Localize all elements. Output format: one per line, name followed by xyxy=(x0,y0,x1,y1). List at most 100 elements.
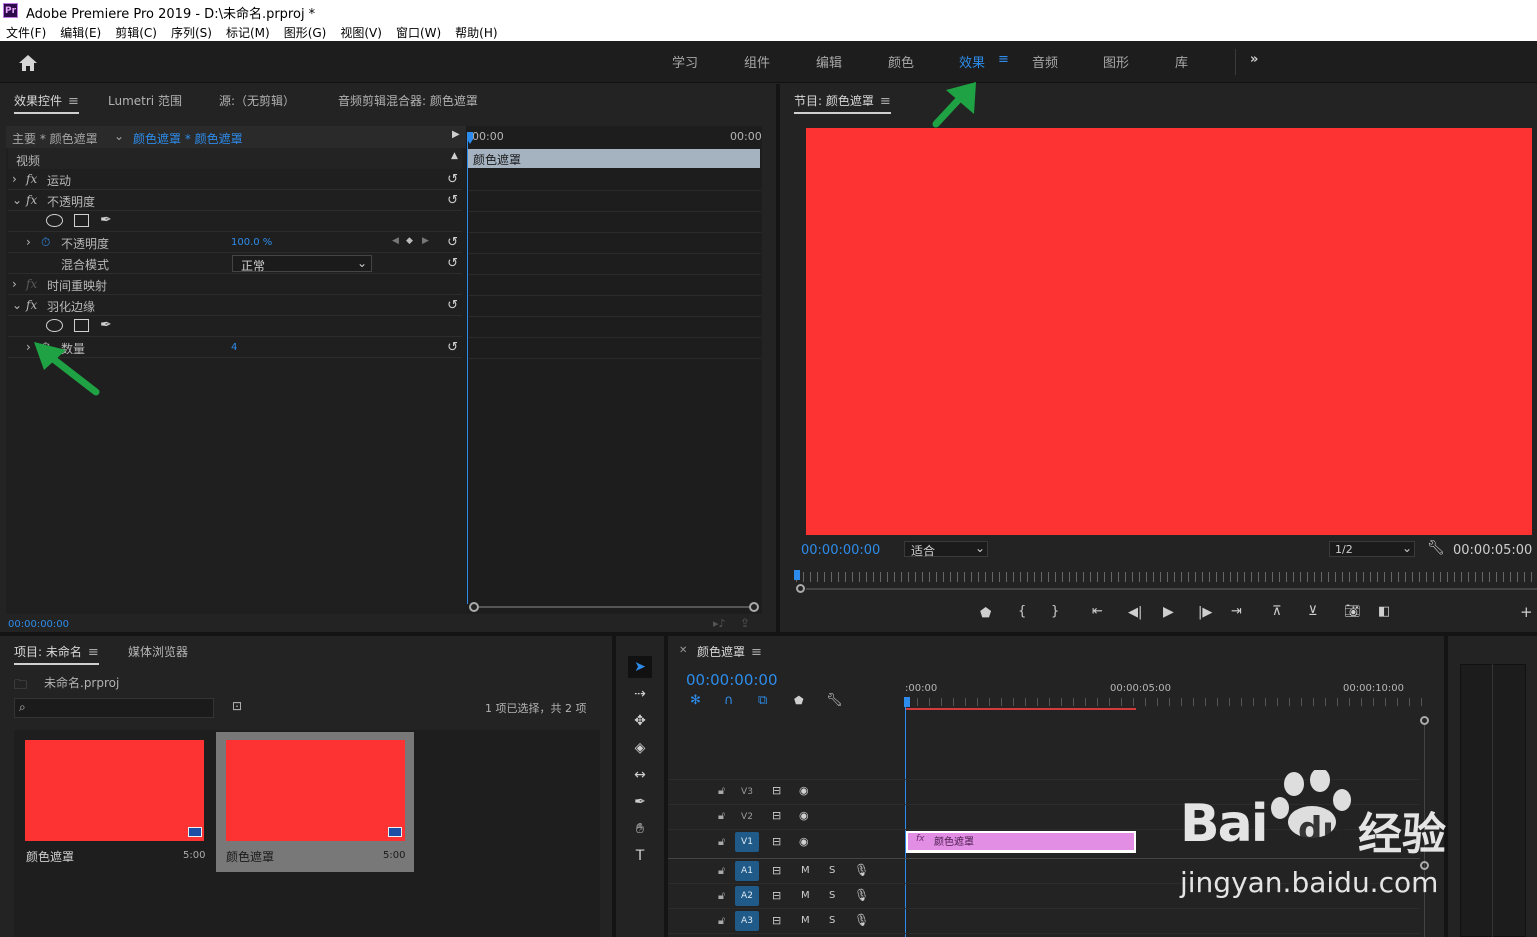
tab-sequence[interactable]: 颜色遮罩 ≡ xyxy=(697,643,762,663)
tab-media-browser[interactable]: 媒体浏览器 xyxy=(128,643,188,660)
work-area-bar[interactable] xyxy=(905,708,1136,710)
eye-icon[interactable]: ◉ xyxy=(799,809,809,822)
mark-out-icon[interactable]: } xyxy=(1051,604,1059,619)
project-item[interactable]: 颜色遮罩 5:00 xyxy=(16,732,212,872)
amount-value[interactable]: 4 xyxy=(231,342,237,353)
tab-project[interactable]: 项目: 未命名 ≡ xyxy=(14,643,99,665)
lock-icon[interactable]: 🔓︎ xyxy=(718,784,725,798)
workspace-color[interactable]: 颜色 xyxy=(888,52,914,71)
hand-tool-icon[interactable]: ✋︎ xyxy=(628,818,652,840)
pen-mask-icon[interactable]: ✒ xyxy=(100,212,112,228)
track-a2[interactable]: A2 xyxy=(735,886,759,906)
track-a1[interactable]: A1 xyxy=(735,861,759,881)
play-icon[interactable]: ▶ xyxy=(1163,604,1174,620)
program-timecode[interactable]: 00:00:00:00 xyxy=(801,543,880,558)
program-video-frame[interactable] xyxy=(806,128,1532,535)
solo-button[interactable]: S xyxy=(829,865,835,876)
solo-button[interactable]: S xyxy=(829,890,835,901)
kf-clip-bar[interactable]: 颜色遮罩 xyxy=(468,149,760,168)
workspace-assembly[interactable]: 组件 xyxy=(744,52,770,71)
sync-lock-icon[interactable]: ⊟ xyxy=(772,835,781,848)
clip-label[interactable]: 颜色遮罩 * 颜色遮罩 xyxy=(133,130,243,147)
microphone-icon[interactable]: 🎙︎ xyxy=(854,863,869,877)
ellipse-mask-icon[interactable] xyxy=(46,319,63,332)
scroll-handle-top[interactable] xyxy=(1420,716,1429,725)
tab-program[interactable]: 节目: 颜色遮罩 ≡ xyxy=(794,92,891,114)
mute-button[interactable]: M xyxy=(801,865,810,876)
lift-icon[interactable]: ⊼ xyxy=(1272,604,1282,619)
workspace-learn[interactable]: 学习 xyxy=(672,52,698,71)
ellipse-mask-icon[interactable] xyxy=(46,214,63,227)
eye-icon[interactable]: ◉ xyxy=(799,835,809,848)
program-ruler[interactable] xyxy=(796,572,1537,582)
program-playhead[interactable] xyxy=(794,570,800,580)
lock-icon[interactable]: 🔓︎ xyxy=(718,889,725,903)
wrench-icon[interactable]: 🔧︎ xyxy=(1427,540,1445,556)
wrench-icon[interactable]: 🔧︎ xyxy=(826,693,843,708)
extract-icon[interactable]: ⊻ xyxy=(1308,604,1318,619)
close-icon[interactable]: ✕ xyxy=(679,645,687,656)
more-workspaces-icon[interactable]: » xyxy=(1250,52,1258,67)
add-marker-icon[interactable]: ⬟ xyxy=(980,606,991,621)
menu-clip[interactable]: 剪辑(C) xyxy=(115,22,163,41)
workspace-libraries[interactable]: 库 xyxy=(1175,52,1188,71)
lock-icon[interactable]: 🔓︎ xyxy=(718,864,725,878)
opacity-value[interactable]: 100.0 % xyxy=(231,237,272,248)
microphone-icon[interactable]: 🎙︎ xyxy=(854,913,869,927)
add-marker-icon[interactable]: ⬟ xyxy=(794,694,804,707)
rectangle-mask-icon[interactable] xyxy=(74,214,89,227)
sync-lock-icon[interactable]: ⊟ xyxy=(772,914,781,927)
menu-help[interactable]: 帮助(H) xyxy=(455,22,503,41)
go-to-in-icon[interactable]: ⇤ xyxy=(1092,604,1103,619)
linked-selection-icon[interactable]: ⧉ xyxy=(758,693,767,708)
comparison-view-icon[interactable]: ◧ xyxy=(1378,604,1390,619)
master-label[interactable]: 主要 * 颜色遮罩 xyxy=(12,130,98,147)
lock-icon[interactable]: 🔓︎ xyxy=(718,835,725,849)
project-item-selected[interactable]: 颜色遮罩 5:00 xyxy=(216,732,414,872)
tab-effect-controls[interactable]: 效果控件 ≡ xyxy=(14,92,79,114)
param-row-opacity[interactable]: › ⏱ 不透明度 100.0 % ◀ ◆ ▶ ↺ xyxy=(8,232,462,253)
ripple-edit-tool-icon[interactable]: ✥ xyxy=(628,710,652,732)
mark-in-icon[interactable]: { xyxy=(1018,604,1026,619)
fit-select[interactable]: 适合 ⌄ xyxy=(904,541,988,558)
effect-row-motion[interactable]: › fx 运动 ↺ xyxy=(8,169,462,190)
ec-timecode[interactable]: 00:00:00:00 xyxy=(8,619,69,630)
step-forward-icon[interactable]: |▶ xyxy=(1198,605,1212,620)
resolution-select[interactable]: 1/2 ⌄ xyxy=(1329,541,1415,557)
sync-lock-icon[interactable]: ⊟ xyxy=(772,889,781,902)
sync-lock-icon[interactable]: ⊟ xyxy=(772,864,781,877)
prev-keyframe-icon[interactable]: ◀ xyxy=(392,236,399,246)
chevron-down-icon[interactable]: ⌄ xyxy=(114,129,124,143)
export-icon[interactable]: ⇪ xyxy=(740,616,750,630)
timeline-clip[interactable]: fx 颜色遮罩 xyxy=(906,831,1136,853)
sync-lock-icon[interactable]: ⊟ xyxy=(772,784,781,797)
pen-tool-icon[interactable]: ✒ xyxy=(628,791,652,813)
type-tool-icon[interactable]: T xyxy=(628,845,652,867)
selection-tool-icon[interactable]: ➤ xyxy=(628,656,652,678)
lock-icon[interactable]: 🔓︎ xyxy=(718,914,725,928)
effect-row-time-remap[interactable]: › fx 时间重映射 xyxy=(8,274,462,295)
eye-icon[interactable]: ◉ xyxy=(799,784,809,797)
track-select-tool-icon[interactable]: ⇢ xyxy=(628,683,652,705)
track-v1[interactable]: V1 xyxy=(735,832,759,852)
blend-mode-select[interactable]: 正常 ⌄ xyxy=(232,255,372,273)
workspace-editing[interactable]: 编辑 xyxy=(816,52,842,71)
ec-zoom-scrollbar[interactable] xyxy=(473,606,755,608)
rectangle-mask-icon[interactable] xyxy=(74,319,89,332)
mute-button[interactable]: M xyxy=(801,890,810,901)
add-button-icon[interactable]: + xyxy=(1520,603,1533,621)
timeline-timecode[interactable]: 00:00:00:00 xyxy=(686,671,778,689)
step-back-icon[interactable]: ◀| xyxy=(1128,605,1142,620)
export-frame-camera-icon[interactable]: 📷︎ xyxy=(1344,604,1361,619)
microphone-icon[interactable]: 🎙︎ xyxy=(854,888,869,902)
effect-row-opacity[interactable]: ⌄ fx 不透明度 ↺ xyxy=(8,190,462,211)
menu-view[interactable]: 视图(V) xyxy=(340,22,388,41)
tab-source[interactable]: 源:（无剪辑） xyxy=(219,92,295,109)
scroll-handle-left[interactable] xyxy=(796,584,805,593)
workspace-menu-icon[interactable]: ≡ xyxy=(998,52,1009,67)
tab-audio-clip-mixer[interactable]: 音频剪辑混合器: 颜色遮罩 xyxy=(338,92,478,109)
effect-row-feather[interactable]: ⌄ fx 羽化边缘 ↺ xyxy=(8,295,462,316)
razor-tool-icon[interactable]: ◈ xyxy=(628,737,652,759)
menu-window[interactable]: 窗口(W) xyxy=(396,22,447,41)
add-keyframe-icon[interactable]: ◆ xyxy=(406,236,413,246)
